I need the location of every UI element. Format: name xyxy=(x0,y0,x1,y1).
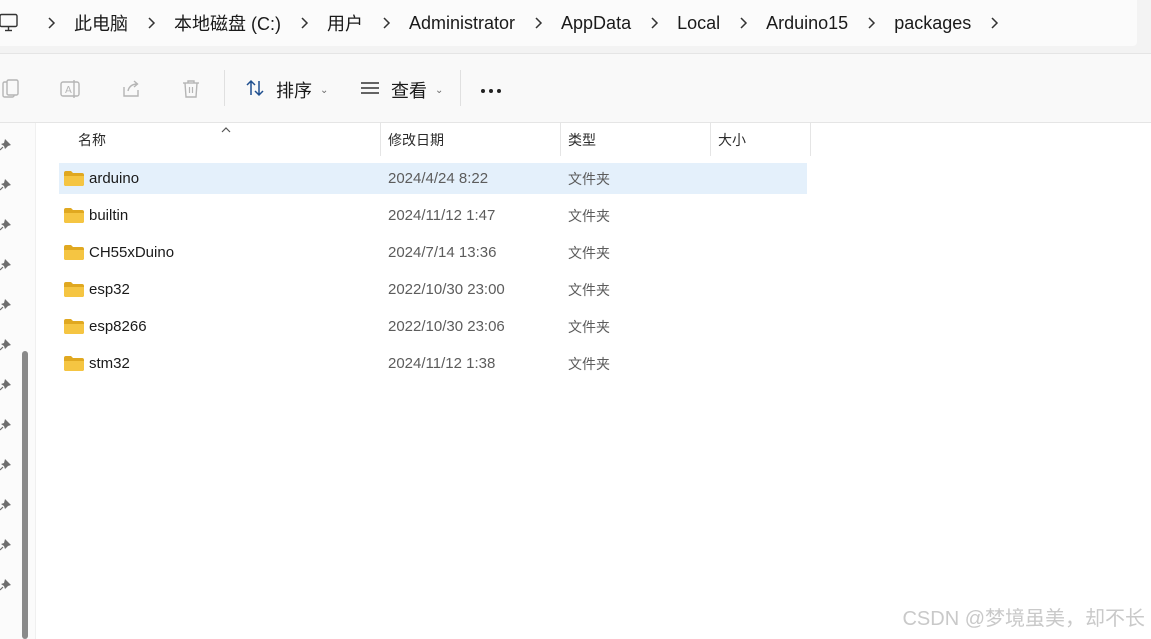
file-name: builtin xyxy=(89,207,129,224)
address-bar[interactable]: 此电脑 本地磁盘 (C:) 用户 Administrator AppData L… xyxy=(0,0,1137,46)
pin-icon[interactable] xyxy=(0,457,14,471)
share-icon[interactable] xyxy=(119,77,143,101)
breadcrumb: 此电脑 本地磁盘 (C:) 用户 Administrator AppData L… xyxy=(36,0,1009,46)
chevron-right-icon[interactable] xyxy=(523,0,553,46)
navigation-scrollbar[interactable] xyxy=(22,351,28,639)
folder-icon xyxy=(64,171,84,186)
pin-icon[interactable] xyxy=(0,337,14,351)
breadcrumb-item-local[interactable]: Local xyxy=(669,0,728,46)
copy-icon[interactable] xyxy=(0,77,23,101)
folder-icon xyxy=(64,319,84,334)
breadcrumb-item-users[interactable]: 用户 xyxy=(319,0,371,46)
chevron-right-icon[interactable] xyxy=(728,0,758,46)
breadcrumb-item-local-disk[interactable]: 本地磁盘 (C:) xyxy=(166,0,289,46)
file-name: esp32 xyxy=(89,281,130,298)
file-row-builtin[interactable]: builtin 2024/11/12 1:47 文件夹 xyxy=(59,200,807,231)
file-type: 文件夹 xyxy=(568,282,610,299)
computer-icon[interactable] xyxy=(0,13,20,33)
file-name: arduino xyxy=(89,170,140,187)
toolbar-divider xyxy=(224,70,225,106)
view-button[interactable]: 查看 ⌄ xyxy=(359,74,443,106)
folder-icon xyxy=(64,208,84,223)
file-modified-date: 2024/4/24 8:22 xyxy=(388,170,489,187)
chevron-right-icon[interactable] xyxy=(371,0,401,46)
sort-label: 排序 xyxy=(276,81,312,102)
folder-icon xyxy=(64,245,84,260)
file-row-esp8266[interactable]: esp8266 2022/10/30 23:06 文件夹 xyxy=(59,311,807,342)
column-header-row: 名称 修改日期 类型 大小 xyxy=(36,123,1151,156)
file-row-stm32[interactable]: stm32 2024/11/12 1:38 文件夹 xyxy=(59,348,807,379)
file-row-esp32[interactable]: esp32 2022/10/30 23:00 文件夹 xyxy=(59,274,807,305)
breadcrumb-item-administrator[interactable]: Administrator xyxy=(401,0,523,46)
file-name: CH55xDuino xyxy=(89,244,175,261)
pin-icon[interactable] xyxy=(0,537,14,551)
file-modified-date: 2022/10/30 23:06 xyxy=(388,318,505,335)
sort-icon xyxy=(244,77,266,104)
column-header-type[interactable]: 类型 xyxy=(561,123,711,156)
pin-icon[interactable] xyxy=(0,577,14,591)
pin-icon[interactable] xyxy=(0,137,14,151)
command-bar: A 排序 ⌄ 查看 ⌄ xyxy=(0,54,1151,123)
column-header-size[interactable]: 大小 xyxy=(711,123,811,156)
file-type: 文件夹 xyxy=(568,245,610,262)
view-label: 查看 xyxy=(391,81,427,102)
chevron-right-icon[interactable] xyxy=(289,0,319,46)
chevron-right-icon[interactable] xyxy=(36,0,66,46)
toolbar-divider xyxy=(460,70,461,106)
more-options-button[interactable] xyxy=(476,76,506,102)
chevron-right-icon[interactable] xyxy=(979,0,1009,46)
file-modified-date: 2024/11/12 1:38 xyxy=(388,355,496,372)
delete-icon[interactable] xyxy=(179,77,203,101)
rename-icon[interactable]: A xyxy=(59,77,83,101)
file-type: 文件夹 xyxy=(568,319,610,336)
file-type: 文件夹 xyxy=(568,171,610,188)
folder-icon xyxy=(64,356,84,371)
file-list: arduino 2024/4/24 8:22 文件夹 builtin 2024/… xyxy=(59,163,807,385)
pin-icon[interactable] xyxy=(0,217,14,231)
breadcrumb-item-appdata[interactable]: AppData xyxy=(553,0,639,46)
navigation-pane xyxy=(0,123,36,639)
chevron-right-icon[interactable] xyxy=(639,0,669,46)
pin-icon[interactable] xyxy=(0,257,14,271)
file-row-ch55xduino[interactable]: CH55xDuino 2024/7/14 13:36 文件夹 xyxy=(59,237,807,268)
chevron-down-icon: ⌄ xyxy=(435,84,444,96)
breadcrumb-item-this-pc[interactable]: 此电脑 xyxy=(66,0,136,46)
view-icon xyxy=(359,77,381,104)
pin-icon[interactable] xyxy=(0,377,14,391)
column-header-modified[interactable]: 修改日期 xyxy=(381,123,561,156)
pin-icon[interactable] xyxy=(0,497,14,511)
chevron-right-icon[interactable] xyxy=(136,0,166,46)
file-name: stm32 xyxy=(89,355,130,372)
file-modified-date: 2024/11/12 1:47 xyxy=(388,207,496,224)
file-name: esp8266 xyxy=(89,318,147,335)
watermark: CSDN @梦境虽美，却不长 xyxy=(902,608,1145,630)
folder-icon xyxy=(64,282,84,297)
chevron-right-icon[interactable] xyxy=(856,0,886,46)
file-modified-date: 2022/10/30 23:00 xyxy=(388,281,505,298)
more-icon xyxy=(479,80,503,99)
pin-icon[interactable] xyxy=(0,297,14,311)
chevron-down-icon: ⌄ xyxy=(320,84,329,96)
pin-icon[interactable] xyxy=(0,417,14,431)
breadcrumb-item-packages[interactable]: packages xyxy=(886,0,979,46)
breadcrumb-item-arduino15[interactable]: Arduino15 xyxy=(758,0,856,46)
svg-text:A: A xyxy=(65,85,72,96)
pin-icon[interactable] xyxy=(0,177,14,191)
file-type: 文件夹 xyxy=(568,208,610,225)
file-type: 文件夹 xyxy=(568,356,610,373)
file-row-arduino[interactable]: arduino 2024/4/24 8:22 文件夹 xyxy=(59,163,807,194)
sort-button[interactable]: 排序 ⌄ xyxy=(244,74,328,106)
address-bar-area: 此电脑 本地磁盘 (C:) 用户 Administrator AppData L… xyxy=(0,0,1151,54)
column-header-name[interactable]: 名称 xyxy=(71,123,381,156)
file-modified-date: 2024/7/14 13:36 xyxy=(388,244,497,261)
